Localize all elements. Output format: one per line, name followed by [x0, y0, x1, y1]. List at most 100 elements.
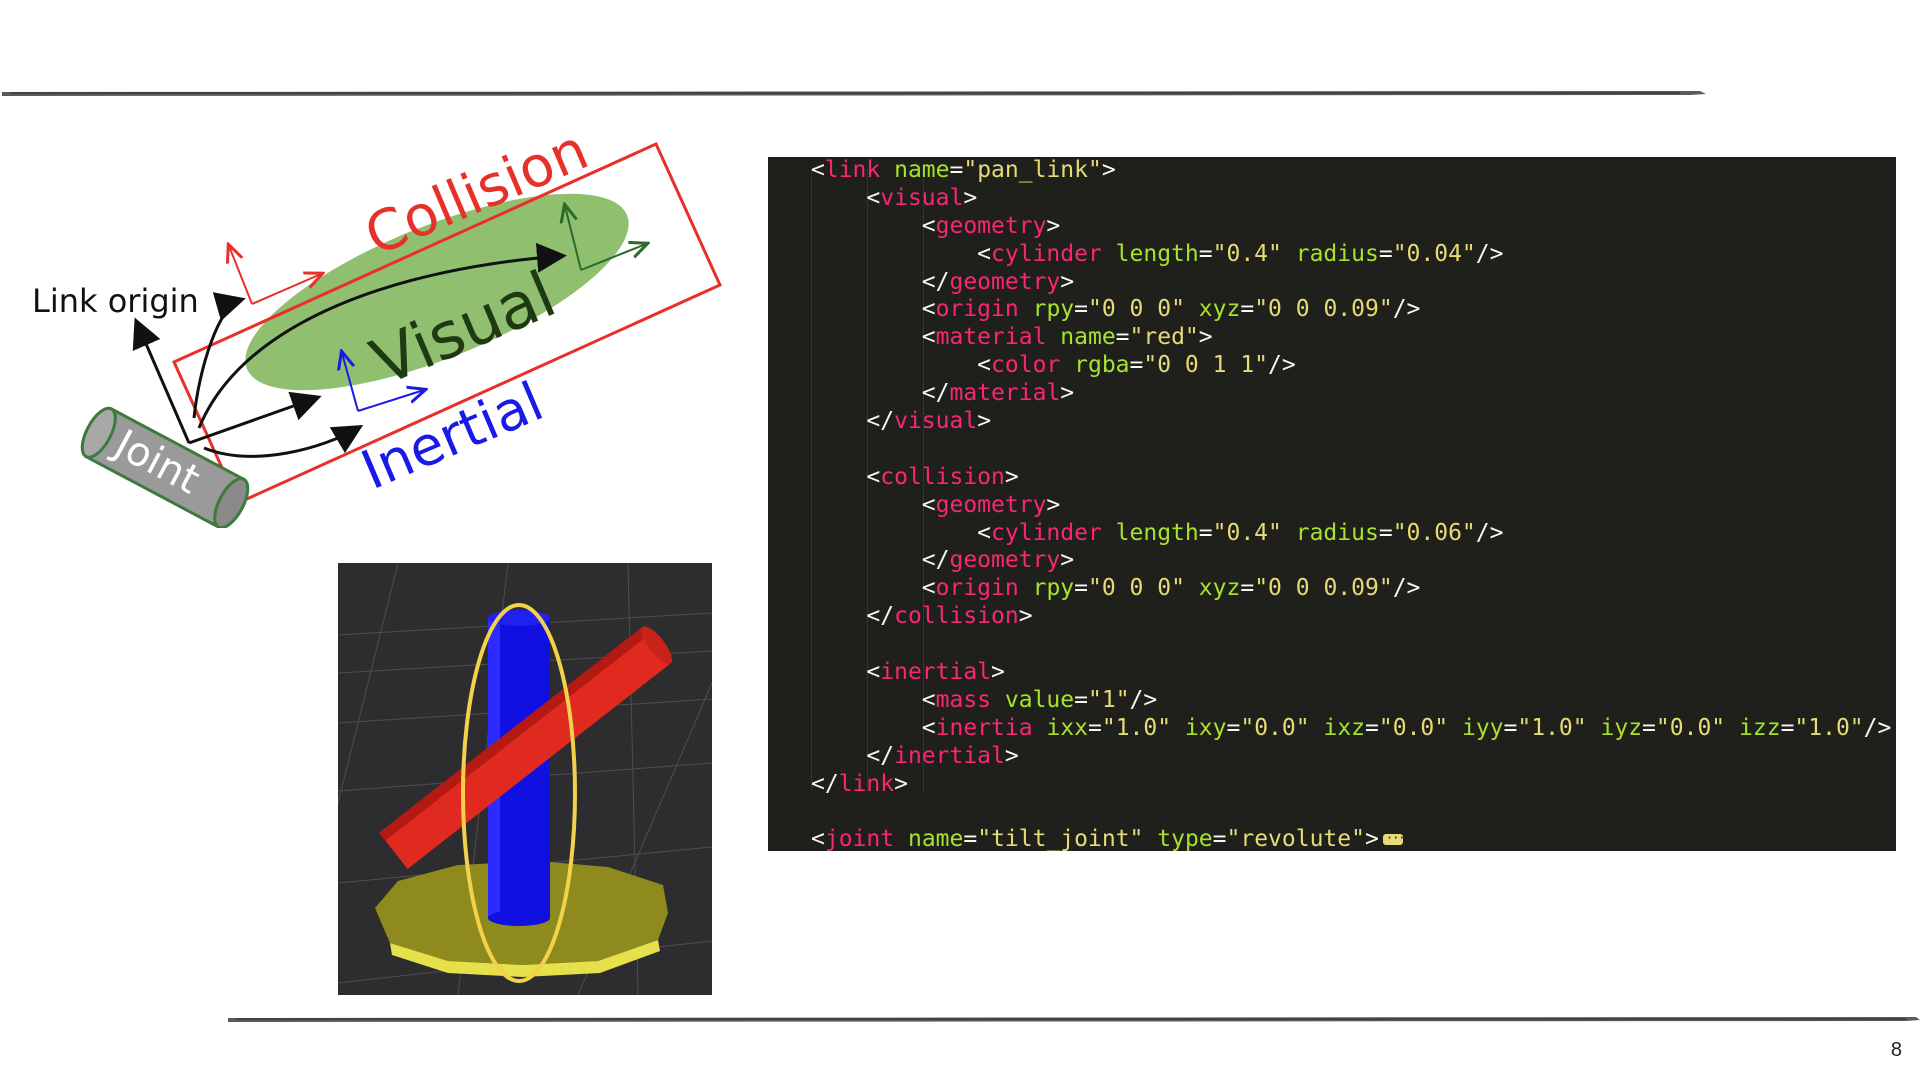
code-token: geometry — [935, 212, 1047, 239]
code-token: < — [811, 157, 825, 183]
code-token: "0 0 0.09" — [1254, 575, 1393, 602]
code-token: type — [1157, 826, 1213, 851]
top-divider — [2, 91, 1706, 96]
code-token: > — [1004, 463, 1019, 490]
code-token: = — [1378, 240, 1393, 267]
code-token: origin — [935, 575, 1019, 602]
code-token: > — [1060, 547, 1075, 574]
code-line[interactable]: </link> — [811, 771, 1891, 799]
code-token: link — [824, 157, 881, 183]
code-token: < — [977, 352, 992, 379]
code-token: xyz — [1198, 575, 1241, 602]
code-token: = — [1780, 714, 1795, 741]
code-token: ixx — [1046, 714, 1088, 741]
code-line[interactable]: <origin rpy="0 0 0" xyz="0 0 0.09"/> — [811, 575, 1891, 603]
code-token: > — [894, 770, 908, 797]
code-line[interactable]: </collision> — [811, 603, 1891, 631]
code-token: ixy — [1184, 714, 1227, 741]
code-token: < — [921, 714, 936, 741]
code-token: = — [1212, 826, 1227, 851]
code-line[interactable]: </geometry> — [811, 269, 1891, 297]
code-token: /> — [1863, 714, 1892, 741]
code-line[interactable]: </material> — [811, 380, 1891, 408]
code-token: name — [894, 157, 950, 183]
code-token: < — [921, 296, 936, 323]
code-line[interactable]: <origin rpy="0 0 0" xyz="0 0 0.09"/> — [811, 296, 1891, 324]
code-token: = — [1074, 686, 1088, 713]
code-line[interactable]: <color rgba="0 0 1 1"/> — [811, 352, 1891, 380]
code-line[interactable]: <link name="pan_link"> — [811, 157, 1891, 185]
code-line[interactable]: <joint name="tilt_joint" type="revolute"… — [811, 825, 1891, 851]
rviz-render — [337, 562, 713, 996]
code-token: = — [1115, 324, 1130, 351]
code-token: > — [991, 659, 1005, 686]
code-line[interactable]: <geometry> — [811, 492, 1891, 520]
code-token: < — [921, 324, 936, 351]
code-line[interactable]: <inertial> — [811, 659, 1891, 687]
code-token: name — [1060, 324, 1116, 351]
code-line[interactable]: <mass value="1"/> — [811, 687, 1891, 715]
code-line[interactable]: <inertia ixx="1.0" ixy="0.0" ixz="0.0" i… — [811, 714, 1892, 743]
code-line[interactable] — [811, 798, 1891, 826]
code-token: rgba — [1074, 352, 1130, 379]
code-token: "0.0" — [1240, 714, 1310, 741]
code-line[interactable]: <cylinder length="0.4" radius="0.06"/> — [811, 520, 1891, 548]
code-token: "0.0" — [1655, 714, 1726, 741]
code-line[interactable]: <collision> — [811, 464, 1891, 492]
code-token: > — [1060, 268, 1075, 295]
code-token: = — [1074, 575, 1088, 602]
code-token: ixz — [1323, 714, 1366, 741]
code-token: = — [1503, 714, 1518, 741]
code-token: = — [1240, 296, 1255, 323]
code-token: collision — [880, 463, 1005, 490]
code-token: "0 0 0" — [1088, 296, 1185, 323]
code-line[interactable] — [811, 436, 1891, 464]
code-token: "0.04" — [1392, 240, 1476, 267]
code-line[interactable]: </visual> — [811, 408, 1891, 436]
code-token: > — [1018, 603, 1033, 630]
fold-indicator-icon[interactable] — [1382, 825, 1405, 851]
code-token: xyz — [1198, 296, 1241, 323]
code-token: "1.0" — [1794, 714, 1864, 741]
code-token: < — [866, 463, 881, 490]
code-line[interactable] — [811, 631, 1891, 659]
code-token: inertia — [935, 714, 1033, 741]
code-token: = — [1087, 714, 1102, 741]
code-token: </ — [866, 742, 895, 769]
code-line[interactable]: <geometry> — [811, 213, 1891, 241]
code-line[interactable]: </inertial> — [811, 743, 1891, 771]
code-token: "pan_link" — [963, 157, 1102, 183]
code-token: "0.0" — [1378, 714, 1449, 741]
code-token: joint — [824, 826, 895, 851]
code-token: < — [977, 240, 992, 267]
code-line[interactable]: </geometry> — [811, 547, 1891, 575]
code-token: < — [921, 491, 936, 518]
code-line[interactable]: <cylinder length="0.4" radius="0.04"/> — [811, 241, 1891, 269]
code-token: visual — [880, 184, 964, 211]
code-token: geometry — [935, 491, 1047, 518]
code-line[interactable]: <visual> — [811, 185, 1891, 213]
code-token: length — [1115, 519, 1199, 546]
code-line[interactable]: <material name="red"> — [811, 324, 1891, 352]
code-token: mass — [935, 686, 992, 713]
code-token: geometry — [949, 268, 1061, 295]
code-token: > — [1198, 324, 1213, 351]
code-token: rpy — [1032, 575, 1075, 602]
code-token: </ — [921, 547, 950, 574]
